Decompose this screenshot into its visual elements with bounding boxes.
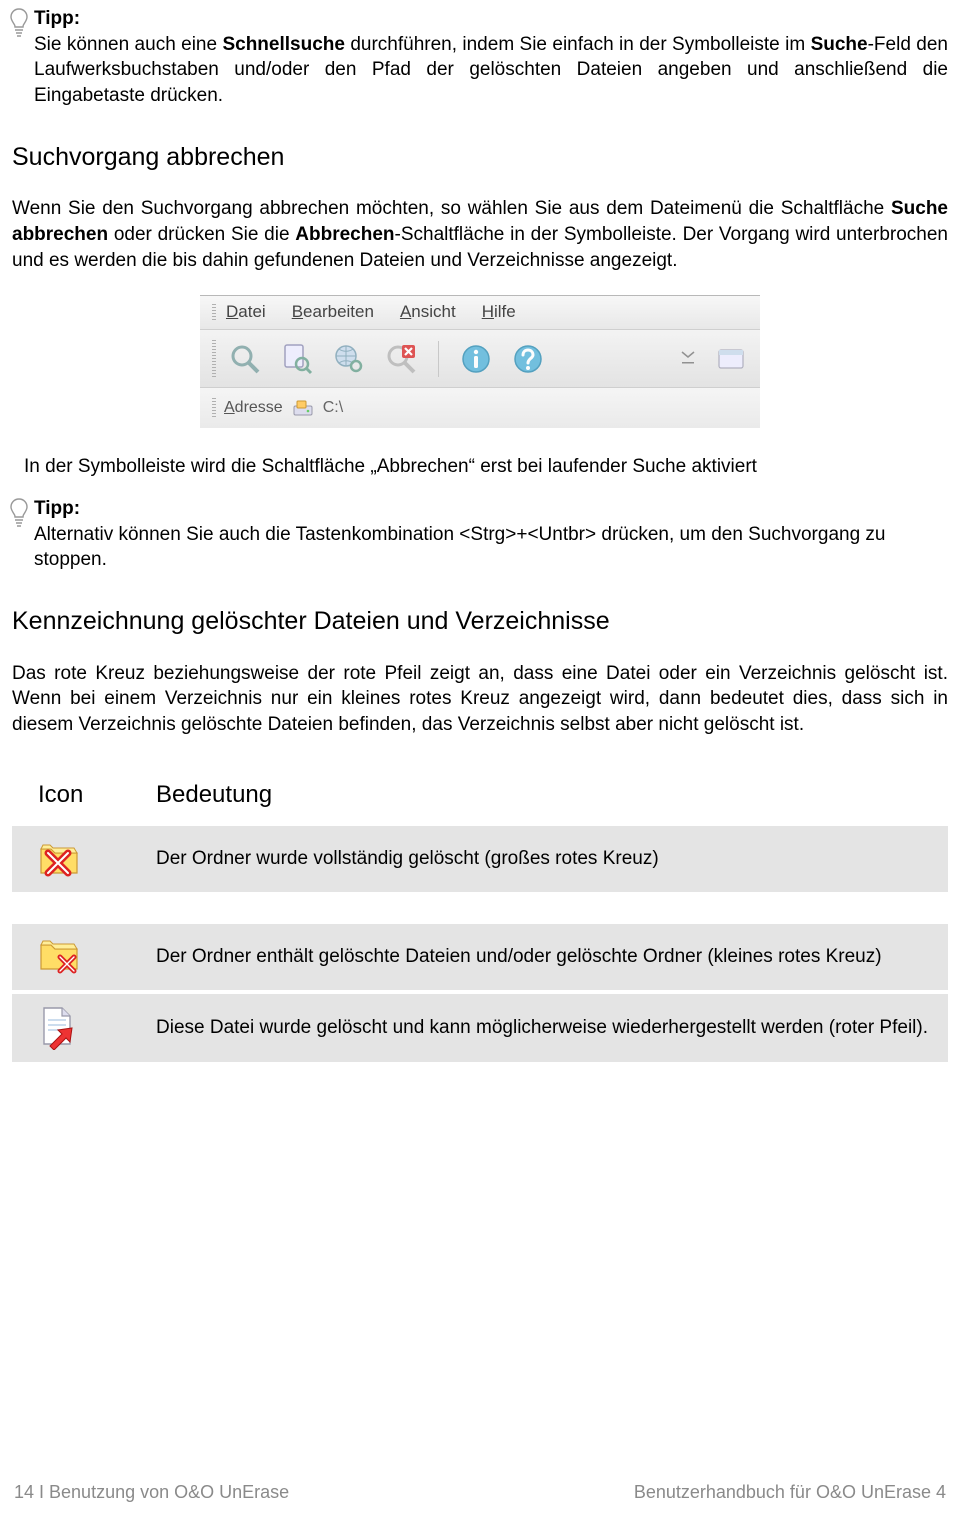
tip-text: Alternativ können Sie auch die Tastenkom… <box>34 522 948 573</box>
drive-icon <box>293 398 313 418</box>
tip-label: Tipp: <box>34 8 80 29</box>
toolbar-overflow-icon[interactable] <box>676 338 700 380</box>
figure-caption: In der Symbolleiste wird die Schaltfläch… <box>12 454 948 480</box>
para-markers: Das rote Kreuz beziehungsweise der rote … <box>12 661 948 738</box>
lightbulb-icon <box>8 8 30 38</box>
menubar: Datei Bearbeiten Ansicht Hilfe <box>200 296 760 330</box>
address-label: Adresse <box>224 397 283 419</box>
search-icon[interactable] <box>224 338 266 380</box>
toolbar-screenshot: Datei Bearbeiten Ansicht Hilfe <box>200 295 760 428</box>
file-deleted-icon <box>38 1006 156 1050</box>
table-spacer <box>12 892 948 924</box>
row-text: Der Ordner wurde vollständig gelöscht (g… <box>156 846 934 872</box>
address-value[interactable]: C:\ <box>323 397 343 419</box>
toolbar <box>200 330 760 388</box>
heading-cancel-search: Suchvorgang abbrechen <box>12 141 948 175</box>
footer-right: Benutzerhandbuch für O&O UnErase 4 <box>634 1480 946 1504</box>
page-search-icon[interactable] <box>276 338 318 380</box>
para-cancel-search: Wenn Sie den Suchvorgang abbrechen möcht… <box>12 196 948 273</box>
header-icon: Icon <box>38 779 156 811</box>
folder-deleted-partial-icon <box>38 937 156 977</box>
icon-legend-table: Icon Bedeutung Der Ordner wurde vollstän… <box>12 765 948 1061</box>
menu-bearbeiten[interactable]: Bearbeiten <box>292 301 374 324</box>
cancel-search-icon[interactable] <box>380 338 422 380</box>
address-bar: Adresse C:\ <box>200 388 760 428</box>
row-text: Der Ordner enthält gelöschte Dateien und… <box>156 944 934 970</box>
table-header: Icon Bedeutung <box>12 765 948 825</box>
menu-ansicht[interactable]: Ansicht <box>400 301 456 324</box>
separator <box>438 341 439 377</box>
row-text: Diese Datei wurde gelöscht und kann mögl… <box>156 1015 934 1041</box>
table-row: Diese Datei wurde gelöscht und kann mögl… <box>12 994 948 1062</box>
table-row: Der Ordner wurde vollständig gelöscht (g… <box>12 826 948 892</box>
table-row: Der Ordner enthält gelöschte Dateien und… <box>12 924 948 990</box>
folder-deleted-full-icon <box>38 841 156 877</box>
menu-hilfe[interactable]: Hilfe <box>482 301 516 324</box>
page-footer: 14 I Benutzung von O&O UnErase Benutzerh… <box>0 1480 960 1504</box>
header-meaning: Bedeutung <box>156 779 934 811</box>
help-icon[interactable] <box>507 338 549 380</box>
menu-datei[interactable]: Datei <box>226 301 266 324</box>
tip-label: Tipp: <box>34 498 80 519</box>
footer-left: 14 I Benutzung von O&O UnErase <box>14 1480 289 1504</box>
panel-icon[interactable] <box>710 338 752 380</box>
tip-text: Sie können auch eine Schnellsuche durchf… <box>34 32 948 109</box>
tip-block-2: Tipp: Alternativ können Sie auch die Tas… <box>12 496 948 573</box>
tip-block-1: Tipp: Sie können auch eine Schnellsuche … <box>12 6 948 109</box>
info-icon[interactable] <box>455 338 497 380</box>
lightbulb-icon <box>8 498 30 528</box>
globe-search-icon[interactable] <box>328 338 370 380</box>
heading-markers: Kennzeichnung gelöschter Dateien und Ver… <box>12 605 948 639</box>
